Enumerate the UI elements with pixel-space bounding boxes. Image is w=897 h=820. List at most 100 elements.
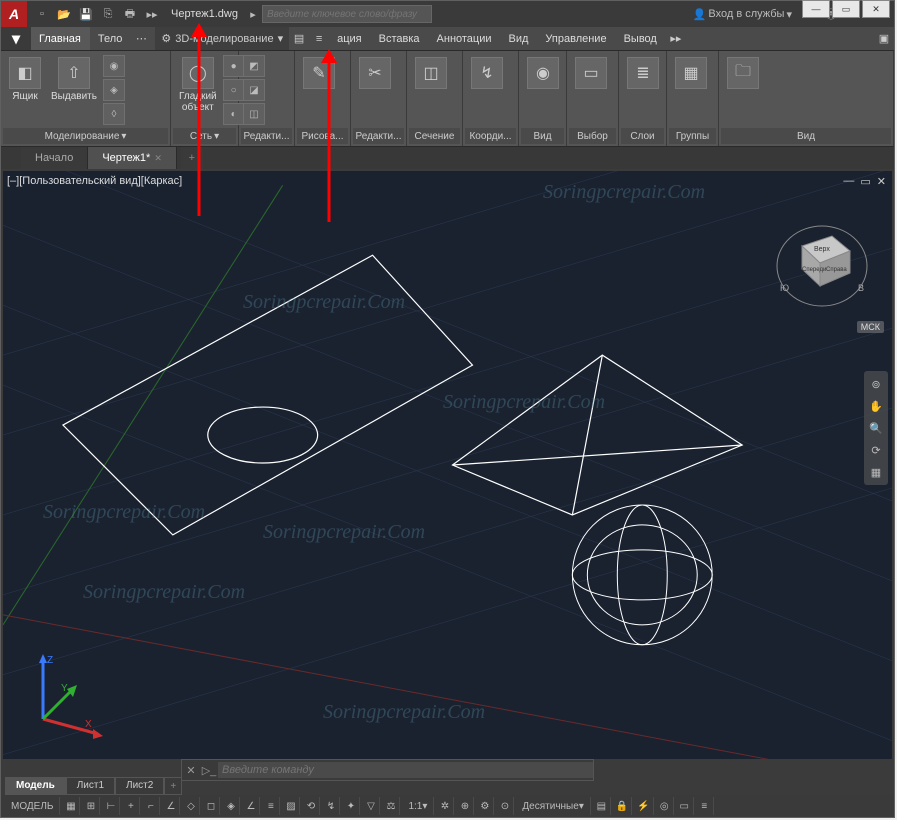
qat-new-icon[interactable]: ▫	[33, 5, 51, 23]
qat-print-icon[interactable]: 🖶	[121, 5, 139, 23]
filetab-close-icon[interactable]: ✕	[154, 153, 162, 164]
viewport-label[interactable]: [–][Пользовательский вид][Каркас]	[7, 175, 182, 187]
tab-annotate[interactable]: Аннотации	[429, 27, 501, 50]
panel-view2-title[interactable]: Вид	[721, 128, 891, 144]
panel-section-title[interactable]: Сечение	[409, 128, 460, 144]
search-input[interactable]	[262, 5, 432, 23]
qat-saveas-icon[interactable]: ⎘	[99, 5, 117, 23]
status-ducs-icon[interactable]: ↯	[322, 797, 340, 815]
groups-button[interactable]: ▦	[671, 55, 711, 91]
view-button[interactable]: ◉	[523, 55, 563, 91]
nav-zoom-icon[interactable]: 🔍	[867, 419, 885, 437]
nav-orbit-icon[interactable]: ⟳	[867, 441, 885, 459]
status-autoadd-icon[interactable]: ⊕	[456, 797, 474, 815]
view2-button[interactable]: 🗀	[723, 55, 763, 91]
status-annovisibility-icon[interactable]: ✲	[436, 797, 454, 815]
qat-save-icon[interactable]: 💾	[77, 5, 95, 23]
status-infer-icon[interactable]: ⊢	[102, 797, 120, 815]
panel-coords-title[interactable]: Коорди...	[465, 128, 516, 144]
panel-draw-title[interactable]: Рисова...	[297, 128, 348, 144]
cmd-close-icon[interactable]: ✕	[182, 764, 200, 777]
draw-button[interactable]: ✎	[299, 55, 339, 91]
title-dropdown-icon[interactable]: ▸	[244, 5, 262, 23]
viewport-max-icon[interactable]: ▭	[860, 175, 870, 188]
status-clean-icon[interactable]: ▭	[676, 797, 694, 815]
panel-solidedit-title[interactable]: Редакти...	[241, 128, 292, 144]
qat-more-icon[interactable]: ▸▸	[143, 5, 161, 23]
status-ortho-icon[interactable]: ⌐	[142, 797, 160, 815]
status-3dosnap-icon[interactable]: ◈	[222, 797, 240, 815]
wcs-badge[interactable]: МСК	[857, 321, 884, 333]
status-gizmo-icon[interactable]: ✦	[342, 797, 360, 815]
status-ws-icon[interactable]: ⚙	[476, 797, 494, 815]
command-input[interactable]	[218, 762, 593, 778]
section-button[interactable]: ◫	[411, 55, 451, 91]
status-grid-icon[interactable]: ▦	[62, 797, 80, 815]
nav-wheel-icon[interactable]: ⊚	[867, 375, 885, 393]
modify-button[interactable]: ✂	[355, 55, 395, 91]
se-1[interactable]: ◩	[243, 55, 265, 77]
filetab-start[interactable]: Начало	[21, 147, 88, 169]
extrude-button[interactable]: ⇧ Выдавить	[47, 55, 101, 104]
status-cycling-icon[interactable]: ⟲	[302, 797, 320, 815]
nav-showmotion-icon[interactable]: ▦	[867, 463, 885, 481]
drawing-viewport[interactable]: [–][Пользовательский вид][Каркас] — ▭ ✕ …	[3, 171, 892, 759]
filetab-add-button[interactable]: +	[181, 147, 203, 169]
panel-view-title[interactable]: Вид	[521, 128, 564, 144]
signin-button[interactable]: 👤 Вход в службы▾	[693, 8, 792, 21]
tab-view[interactable]: Вид	[501, 27, 538, 50]
tab-manage[interactable]: Управление	[537, 27, 615, 50]
panel-modify-title[interactable]: Редакти...	[353, 128, 404, 144]
qat-toggle-1[interactable]: ▤	[289, 27, 309, 50]
app-logo-icon[interactable]: ▾	[1, 27, 31, 50]
modeling-small-2[interactable]: ◈	[103, 79, 125, 101]
tab-solid[interactable]: Тело	[90, 27, 132, 50]
status-model-button[interactable]: МОДЕЛЬ	[5, 797, 60, 815]
tab-surface-hidden[interactable]: ⋯	[131, 27, 151, 50]
status-otrack-icon[interactable]: ∠	[242, 797, 260, 815]
status-isolate-icon[interactable]: ◎	[656, 797, 674, 815]
status-monitor-icon[interactable]: ⊙	[496, 797, 514, 815]
tab-output[interactable]: Вывод	[616, 27, 666, 50]
panel-mesh-title[interactable]: Сеть ▾	[173, 128, 236, 144]
tab-overflow-icon[interactable]: ▸▸	[666, 27, 686, 50]
tab-visualize-partial[interactable]: ация	[329, 27, 371, 50]
tab-home[interactable]: Главная	[31, 27, 90, 50]
status-iso-icon[interactable]: ◇	[182, 797, 200, 815]
layout-sheet2[interactable]: Лист2	[115, 777, 164, 795]
panel-layers-title[interactable]: Слои	[621, 128, 664, 144]
status-units[interactable]: Десятичные ▾	[516, 797, 590, 815]
tab-insert[interactable]: Вставка	[371, 27, 429, 50]
filetab-drawing1[interactable]: Чертеж1* ✕	[88, 147, 177, 169]
box-button[interactable]: ◧ Ящик	[5, 55, 45, 104]
panel-modeling-title[interactable]: Моделирование ▾	[3, 128, 168, 144]
nav-pan-icon[interactable]: ✋	[867, 397, 885, 415]
layout-add-button[interactable]: +	[164, 777, 182, 795]
ucs-triad-icon[interactable]: Z X Y	[23, 649, 113, 739]
select-button[interactable]: ▭	[571, 55, 611, 91]
layers-button[interactable]: ≣	[623, 55, 663, 91]
ribbon-minimize-icon[interactable]: ▣	[874, 27, 894, 50]
status-filter-icon[interactable]: ▽	[362, 797, 380, 815]
minimize-button[interactable]: —	[802, 0, 830, 18]
status-lock-icon[interactable]: 🔒	[613, 797, 632, 815]
status-dyn-icon[interactable]: +	[122, 797, 140, 815]
status-customize-icon[interactable]: ≡	[696, 797, 714, 815]
viewcube[interactable]: Верх Спереди Справа Ю В	[772, 211, 872, 311]
viewport-min-icon[interactable]: —	[843, 175, 854, 188]
panel-groups-title[interactable]: Группы	[669, 128, 716, 144]
modeling-small-1[interactable]: ◉	[103, 55, 125, 77]
panel-select-title[interactable]: Выбор	[569, 128, 616, 144]
modeling-small-3[interactable]: ◊	[103, 103, 125, 125]
maximize-button[interactable]: ▭	[832, 0, 860, 18]
layout-sheet1[interactable]: Лист1	[66, 777, 115, 795]
status-annoscale-icon[interactable]: ⚖	[382, 797, 400, 815]
workspace-selector[interactable]: ⚙ 3D-моделирование ▾	[155, 27, 289, 50]
status-polar-icon[interactable]: ∠	[162, 797, 180, 815]
se-2[interactable]: ◪	[243, 79, 265, 101]
ucs-button[interactable]: ↯	[467, 55, 507, 91]
status-hardware-icon[interactable]: ⚡	[634, 797, 653, 815]
app-menu-icon[interactable]: A	[1, 1, 27, 27]
layout-model[interactable]: Модель	[5, 777, 66, 795]
status-snap-icon[interactable]: ⊞	[82, 797, 100, 815]
